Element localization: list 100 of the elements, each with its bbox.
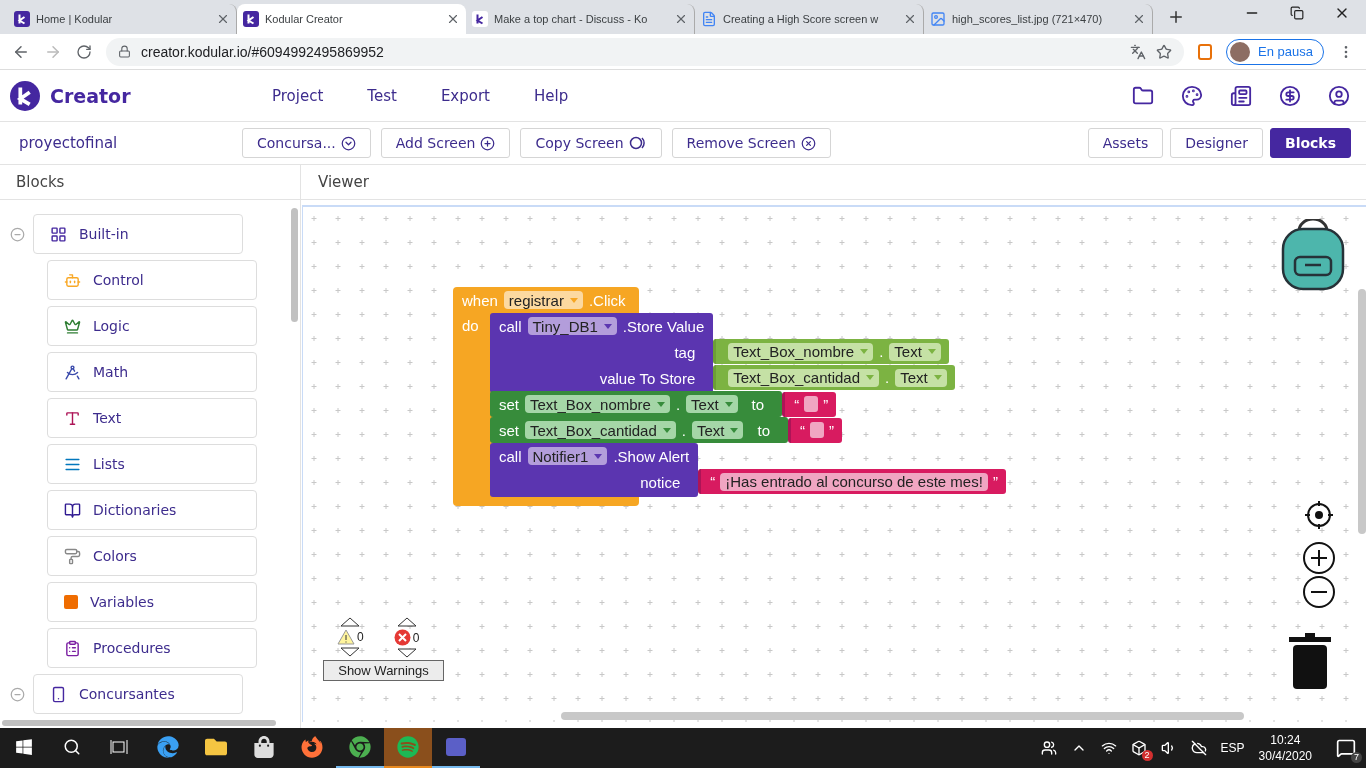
- property-dropdown[interactable]: Text: [686, 395, 738, 413]
- property-dropdown[interactable]: Text: [691, 421, 744, 439]
- property-dropdown[interactable]: Text: [889, 342, 941, 361]
- wifi-icon[interactable]: [1100, 740, 1117, 756]
- when-keyword: when: [462, 291, 498, 309]
- component-dropdown[interactable]: Notifier1: [527, 447, 608, 465]
- folder-icon[interactable]: [1132, 84, 1154, 107]
- close-icon[interactable]: [446, 12, 460, 26]
- category-item[interactable]: Control: [47, 260, 257, 300]
- document-icon: [701, 11, 717, 27]
- robot-icon: [64, 271, 81, 289]
- component-dropdown[interactable]: Text_Box_nombre: [525, 395, 670, 413]
- translate-icon[interactable]: [1130, 43, 1147, 60]
- crown-icon: [64, 317, 81, 335]
- menu-item[interactable]: Project: [250, 86, 346, 105]
- address-bar[interactable]: creator.kodular.io/#6094992495869952: [106, 37, 1185, 66]
- browser-tab[interactable]: Kodular Creator: [237, 4, 466, 34]
- text-block[interactable]: “ ¡Has entrado al concurso de este mes! ”: [698, 469, 1006, 494]
- down-arrow-icon[interactable]: [396, 648, 417, 658]
- extension-icon[interactable]: [1198, 43, 1213, 60]
- screen-button[interactable]: Remove Screen: [671, 128, 831, 158]
- screen-button[interactable]: Copy Screen: [520, 128, 662, 158]
- set-block[interactable]: set Text_Box_nombre . Text to: [490, 391, 783, 417]
- palette-icon[interactable]: [1181, 84, 1203, 107]
- caret-icon: [724, 401, 733, 407]
- up-arrow-icon[interactable]: [340, 617, 361, 627]
- category-item[interactable]: Built-in: [33, 214, 243, 254]
- text-value-field[interactable]: ¡Has entrado al concurso de este mes!: [720, 472, 988, 491]
- people-icon[interactable]: [1040, 740, 1057, 756]
- screen-button[interactable]: Add Screen: [380, 128, 511, 158]
- component-dropdown[interactable]: Tiny_DB1: [527, 317, 617, 335]
- property-dropdown[interactable]: Text: [895, 368, 947, 387]
- phone-icon: [50, 685, 67, 703]
- component-dropdown[interactable]: Text_Box_cantidad: [728, 368, 880, 387]
- scrollbar[interactable]: [561, 712, 1244, 720]
- restore-icon[interactable]: [1290, 5, 1304, 21]
- cloud-off-icon[interactable]: [1190, 740, 1207, 756]
- category-item[interactable]: Concursantes: [33, 674, 243, 714]
- view-tab[interactable]: Designer: [1170, 128, 1263, 158]
- do-keyword: do: [462, 317, 479, 334]
- text-block[interactable]: “ ”: [782, 391, 837, 417]
- getter-block[interactable]: Text_Box_nombre . Text: [713, 339, 949, 364]
- category-item[interactable]: Variables: [47, 582, 257, 622]
- zoom-in-icon[interactable]: [1303, 542, 1335, 574]
- menu-item[interactable]: Test: [345, 86, 419, 105]
- caret-icon: [594, 453, 603, 459]
- dot-label: .: [885, 369, 890, 386]
- box-icon[interactable]: [1130, 740, 1147, 756]
- caret-icon: [866, 375, 875, 380]
- category-item[interactable]: Math: [47, 352, 257, 392]
- component-dropdown[interactable]: Text_Box_cantidad: [525, 421, 676, 439]
- kodular-logo-icon: [10, 80, 40, 111]
- avatar-icon: [1230, 41, 1251, 62]
- category-item[interactable]: Procedures: [47, 628, 257, 668]
- up-arrow-icon[interactable]: [396, 617, 417, 627]
- category-item[interactable]: Lists: [47, 444, 257, 484]
- account-icon[interactable]: [1328, 84, 1350, 107]
- getter-block[interactable]: Text_Box_cantidad . Text: [713, 365, 955, 390]
- component-dropdown[interactable]: Text_Box_nombre: [728, 342, 874, 361]
- category-item[interactable]: Logic: [47, 306, 257, 346]
- screen-button[interactable]: Concursa...: [242, 128, 371, 158]
- dollar-icon[interactable]: [1279, 84, 1301, 107]
- new-tab-icon[interactable]: [1167, 8, 1185, 26]
- notifications-icon[interactable]: [1336, 738, 1356, 758]
- component-dropdown[interactable]: registrar: [503, 291, 583, 309]
- clock-date[interactable]: 30/4/2020: [1258, 749, 1312, 763]
- empty-text-field[interactable]: [804, 396, 819, 412]
- brand-name: Creator: [50, 84, 132, 107]
- grid-icon: [50, 225, 67, 243]
- category-item[interactable]: Dictionaries: [47, 490, 257, 530]
- backpack-drawing[interactable]: [1279, 219, 1347, 291]
- menu-item[interactable]: Export: [418, 86, 512, 105]
- call-block[interactable]: call Notifier1 .Show Alert notice: [490, 443, 699, 497]
- empty-text-field[interactable]: [810, 422, 824, 438]
- plus-icon: [480, 135, 496, 151]
- scrollbar[interactable]: [1358, 289, 1366, 534]
- zoom-out-icon[interactable]: [1303, 576, 1335, 608]
- caret-icon: [927, 349, 936, 354]
- event-label: .Click: [588, 291, 626, 309]
- view-tab[interactable]: Assets: [1087, 128, 1164, 158]
- scrollbar[interactable]: [291, 208, 298, 322]
- scrollbar[interactable]: [2, 720, 276, 726]
- star-icon[interactable]: [1156, 43, 1173, 60]
- text-block[interactable]: “ ”: [788, 417, 842, 443]
- error-count: 0: [412, 630, 420, 645]
- document-list-icon[interactable]: [1230, 84, 1252, 107]
- recenter-icon[interactable]: [1304, 500, 1334, 530]
- view-tab[interactable]: Blocks: [1269, 128, 1351, 158]
- blocks-canvas[interactable]: [302, 205, 1366, 722]
- set-block[interactable]: set Text_Box_cantidad . Text to: [490, 417, 788, 443]
- language-indicator[interactable]: ESP: [1220, 741, 1245, 755]
- clock-time[interactable]: 10:24: [1270, 733, 1301, 747]
- book-icon: [64, 501, 81, 519]
- category-item[interactable]: Text: [47, 398, 257, 438]
- show-warnings-button[interactable]: Show Warnings: [323, 660, 444, 681]
- trash-icon[interactable]: [1289, 633, 1331, 689]
- reload-icon[interactable]: [76, 43, 92, 60]
- menu-item[interactable]: Help: [512, 86, 591, 105]
- down-arrow-icon[interactable]: [340, 647, 361, 657]
- category-item[interactable]: Colors: [47, 536, 257, 576]
